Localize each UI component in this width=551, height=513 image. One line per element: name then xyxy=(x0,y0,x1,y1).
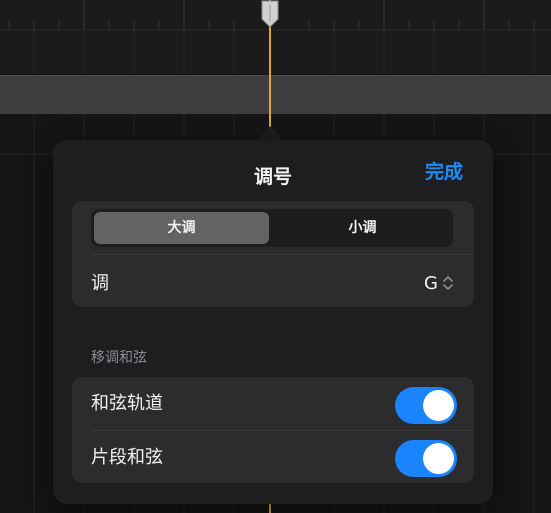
key-signature-popover: 调号 完成 大调 小调 调 G 移调和弦 和弦轨道 片段和弦 xyxy=(53,140,493,504)
chevron-up-down-icon[interactable] xyxy=(442,273,454,293)
chord-track-label: 和弦轨道 xyxy=(91,393,163,414)
segment-minor[interactable]: 小调 xyxy=(275,212,450,244)
popover-arrow xyxy=(256,126,284,141)
key-settings-card: 大调 小调 调 G xyxy=(72,201,474,307)
segment-major[interactable]: 大调 xyxy=(94,212,269,244)
mode-segmented-control[interactable]: 大调 小调 xyxy=(91,209,453,247)
chord-track-toggle[interactable] xyxy=(395,387,457,424)
toggle-knob xyxy=(423,390,454,421)
done-button[interactable]: 完成 xyxy=(425,160,463,184)
toggle-knob xyxy=(423,443,454,474)
row-divider xyxy=(91,254,474,255)
transpose-settings-card: 和弦轨道 片段和弦 xyxy=(72,377,474,483)
key-value[interactable]: G xyxy=(424,275,438,293)
key-label: 调 xyxy=(91,273,109,294)
row-divider xyxy=(91,430,474,431)
track-region[interactable] xyxy=(0,75,551,115)
transpose-section-header: 移调和弦 xyxy=(91,350,147,366)
region-chords-toggle[interactable] xyxy=(395,440,457,477)
workspace: 调号 完成 大调 小调 调 G 移调和弦 和弦轨道 片段和弦 xyxy=(0,0,551,513)
region-chords-label: 片段和弦 xyxy=(91,447,163,468)
playhead-handle-icon[interactable] xyxy=(260,0,280,28)
